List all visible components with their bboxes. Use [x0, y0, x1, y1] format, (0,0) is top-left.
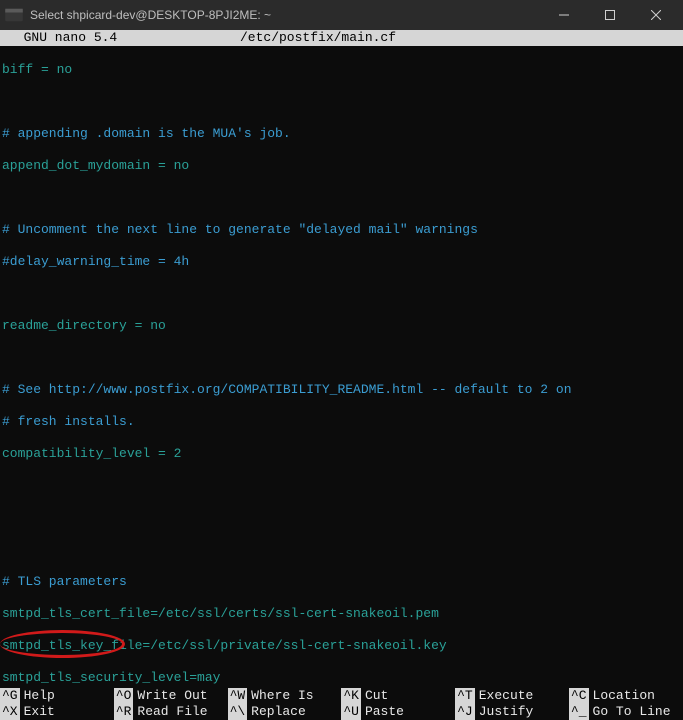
blank-line — [2, 94, 681, 110]
config-line: smtpd_tls_cert_file=/etc/ssl/certs/ssl-c… — [2, 606, 439, 621]
shortcut-label: Exit — [24, 704, 55, 720]
blank-line — [2, 478, 681, 494]
shortcut-execute[interactable]: ^TExecute — [455, 688, 569, 704]
editor-body[interactable]: biff = no # appending .domain is the MUA… — [0, 46, 683, 688]
shortcut-gotoline[interactable]: ^_Go To Line — [569, 704, 683, 720]
shortcut-key: ^T — [455, 688, 475, 704]
comment-line: # See http://www.postfix.org/COMPATIBILI… — [2, 382, 572, 397]
blank-line — [2, 542, 681, 558]
nano-app-name: GNU nano 5.4 — [0, 30, 240, 46]
config-line: compatibility_level = 2 — [2, 446, 181, 461]
config-line: readme_directory = no — [2, 318, 166, 333]
comment-line: #delay_warning_time = 4h — [2, 254, 189, 269]
blank-line — [2, 510, 681, 526]
nano-header: GNU nano 5.4 /etc/postfix/main.cf — [0, 30, 683, 46]
config-line: smtpd_tls_security_level=may — [2, 670, 220, 685]
shortcut-key: ^W — [228, 688, 248, 704]
shortcut-exit[interactable]: ^XExit — [0, 704, 114, 720]
shortcut-paste[interactable]: ^UPaste — [341, 704, 455, 720]
nano-filename: /etc/postfix/main.cf — [240, 30, 623, 46]
config-line: append_dot_mydomain = no — [2, 158, 189, 173]
shortcut-help[interactable]: ^GHelp — [0, 688, 114, 704]
nano-footer: ^GHelp ^OWrite Out ^WWhere Is ^KCut ^TEx… — [0, 688, 683, 720]
shortcut-label: Write Out — [137, 688, 207, 704]
config-line: biff = no — [2, 62, 72, 77]
shortcut-key: ^C — [569, 688, 589, 704]
shortcut-key: ^G — [0, 688, 20, 704]
shortcut-whereis[interactable]: ^WWhere Is — [228, 688, 342, 704]
shortcut-label: Location — [593, 688, 655, 704]
window-title: Select shpicard-dev@DESKTOP-8PJI2ME: ~ — [30, 8, 541, 22]
close-button[interactable] — [633, 0, 679, 30]
comment-line: # fresh installs. — [2, 414, 135, 429]
comment-line: # TLS parameters — [2, 574, 127, 589]
shortcut-key: ^_ — [569, 704, 589, 720]
app-icon — [4, 5, 24, 25]
config-line: smtpd_tls_key_file=/etc/ssl/private/ssl-… — [2, 638, 447, 653]
shortcut-key: ^U — [341, 704, 361, 720]
shortcut-label: Paste — [365, 704, 404, 720]
shortcut-key: ^\ — [228, 704, 248, 720]
shortcut-label: Where Is — [251, 688, 313, 704]
shortcut-key: ^X — [0, 704, 20, 720]
comment-line: # Uncomment the next line to generate "d… — [2, 222, 478, 237]
shortcut-readfile[interactable]: ^RRead File — [114, 704, 228, 720]
window-controls — [541, 0, 679, 30]
shortcut-key: ^K — [341, 688, 361, 704]
window-titlebar: Select shpicard-dev@DESKTOP-8PJI2ME: ~ — [0, 0, 683, 30]
comment-line: # appending .domain is the MUA's job. — [2, 126, 291, 141]
shortcut-location[interactable]: ^CLocation — [569, 688, 683, 704]
shortcut-justify[interactable]: ^JJustify — [455, 704, 569, 720]
shortcut-label: Justify — [479, 704, 534, 720]
nano-status — [623, 30, 683, 46]
shortcut-writeout[interactable]: ^OWrite Out — [114, 688, 228, 704]
shortcut-label: Cut — [365, 688, 388, 704]
shortcut-key: ^R — [114, 704, 134, 720]
minimize-button[interactable] — [541, 0, 587, 30]
shortcut-replace[interactable]: ^\Replace — [228, 704, 342, 720]
shortcut-cut[interactable]: ^KCut — [341, 688, 455, 704]
shortcut-label: Replace — [251, 704, 306, 720]
terminal-area[interactable]: GNU nano 5.4 /etc/postfix/main.cf biff =… — [0, 30, 683, 720]
maximize-button[interactable] — [587, 0, 633, 30]
shortcut-label: Read File — [137, 704, 207, 720]
blank-line — [2, 350, 681, 366]
shortcut-label: Help — [24, 688, 55, 704]
shortcut-key: ^J — [455, 704, 475, 720]
blank-line — [2, 190, 681, 206]
blank-line — [2, 286, 681, 302]
shortcut-label: Execute — [479, 688, 534, 704]
shortcut-key: ^O — [114, 688, 134, 704]
shortcut-label: Go To Line — [593, 704, 671, 720]
